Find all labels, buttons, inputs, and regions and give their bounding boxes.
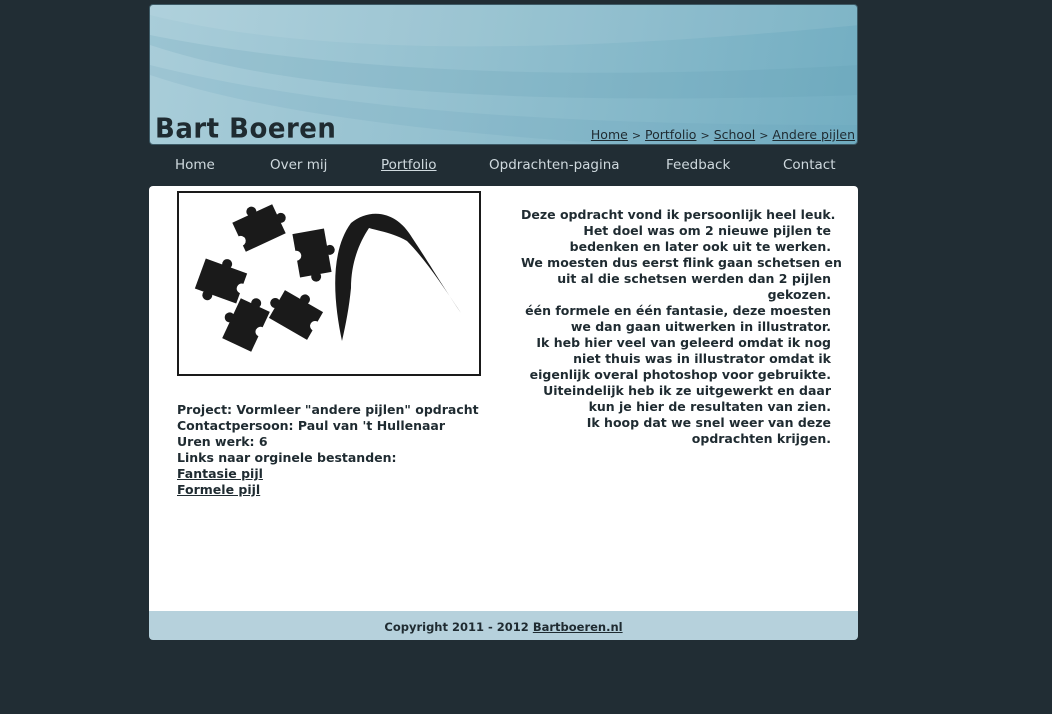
description-line: Deze opdracht vond ik persoonlijk heel l…: [521, 207, 836, 222]
breadcrumb-separator: >: [700, 129, 710, 142]
description-line: Uiteindelijk heb ik ze uitgewerkt en daa…: [543, 383, 831, 398]
nav-contact[interactable]: Contact: [783, 157, 836, 173]
breadcrumb-portfolio[interactable]: Portfolio: [645, 127, 696, 142]
description-line: We moesten dus eerst flink gaan schetsen…: [521, 255, 842, 270]
nav-over-mij[interactable]: Over mij: [270, 157, 327, 173]
site-header: Bart Boeren Home > Portfolio > School > Andere…: [149, 4, 858, 145]
description-line: Ik hoop dat we snel weer van deze: [586, 415, 831, 430]
footer-site-link[interactable]: Bartboeren.nl: [533, 620, 623, 634]
description-line: uit al die schetsen werden dan 2 pijlen: [557, 271, 831, 286]
formal-arrow-icon: [335, 213, 461, 341]
description-line: Ik heb hier veel van geleerd omdat ik no…: [536, 335, 831, 350]
description-line: Het doel was om 2 nieuwe pijlen te: [583, 223, 831, 238]
contact-person: Contactpersoon: Paul van 't Hullenaar: [177, 418, 446, 433]
hours-worked: Uren werk: 6: [177, 434, 268, 449]
breadcrumb-separator: >: [631, 129, 642, 142]
nav-opdrachten-pagina[interactable]: Opdrachten-pagina: [489, 157, 620, 173]
breadcrumb: Home > Portfolio > School > Andere pijlen: [591, 127, 855, 142]
copyright-text: Copyright 2011 - 2012: [384, 620, 529, 634]
breadcrumb-school[interactable]: School: [714, 127, 756, 142]
nav-home[interactable]: Home: [175, 157, 215, 173]
description-line: bedenken en later ook uit te werken.: [569, 239, 831, 254]
breadcrumb-andere-pijlen[interactable]: Andere pijlen: [772, 127, 855, 142]
project-image: [177, 191, 481, 376]
project-description: Deze opdracht vond ik persoonlijk heel l…: [521, 207, 842, 447]
description-line: gekozen.: [767, 287, 831, 302]
description-line: één formele en één fantasie, deze moeste…: [525, 303, 831, 318]
nav-portfolio[interactable]: Portfolio: [381, 157, 437, 173]
link-fantasie-pijl[interactable]: Fantasie pijl: [177, 466, 479, 482]
breadcrumb-home[interactable]: Home: [591, 127, 628, 142]
puzzle-arrow-icon: [194, 204, 335, 352]
content-panel: Project: Vormleer "andere pijlen" opdrac…: [149, 186, 858, 611]
nav-feedback[interactable]: Feedback: [666, 157, 730, 173]
site-footer: Copyright 2011 - 2012 Bartboeren.nl: [149, 611, 858, 640]
link-formele-pijl[interactable]: Formele pijl: [177, 482, 479, 498]
description-line: niet thuis was in illustrator omdat ik: [573, 351, 831, 366]
main-nav: Home Over mij Portfolio Opdrachten-pagin…: [149, 150, 858, 182]
project-name: Project: Vormleer "andere pijlen" opdrac…: [177, 402, 479, 417]
links-label: Links naar orginele bestanden:: [177, 450, 397, 465]
site-logo[interactable]: Bart Boeren: [155, 113, 336, 144]
breadcrumb-separator: >: [759, 129, 769, 142]
description-line: eigenlijk overal photoshop voor gebruikt…: [529, 367, 831, 382]
description-line: we dan gaan uitwerken in illustrator.: [570, 319, 831, 334]
description-line: opdrachten krijgen.: [691, 431, 831, 446]
arrows-illustration: [194, 204, 461, 352]
description-line: kun je hier de resultaten van zien.: [588, 399, 831, 414]
project-info: Project: Vormleer "andere pijlen" opdrac…: [177, 402, 479, 498]
